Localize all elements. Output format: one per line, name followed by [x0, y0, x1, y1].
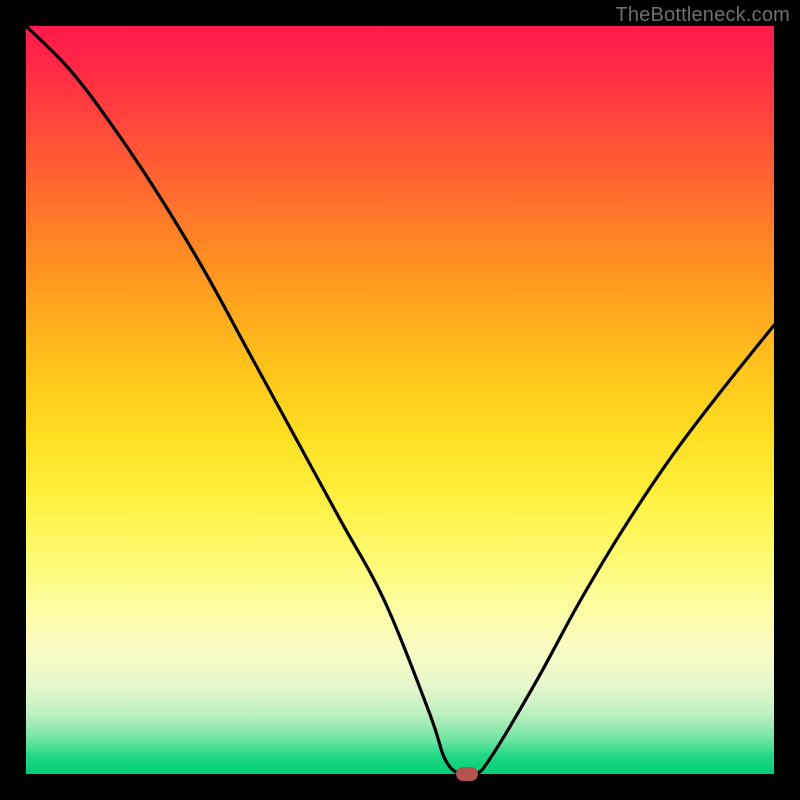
- chart-frame: TheBottleneck.com: [0, 0, 800, 800]
- minimum-marker: [456, 767, 478, 781]
- attribution-text: TheBottleneck.com: [615, 4, 790, 27]
- curve-layer: [26, 26, 774, 774]
- plot-area: [26, 26, 774, 774]
- bottleneck-curve: [26, 26, 774, 776]
